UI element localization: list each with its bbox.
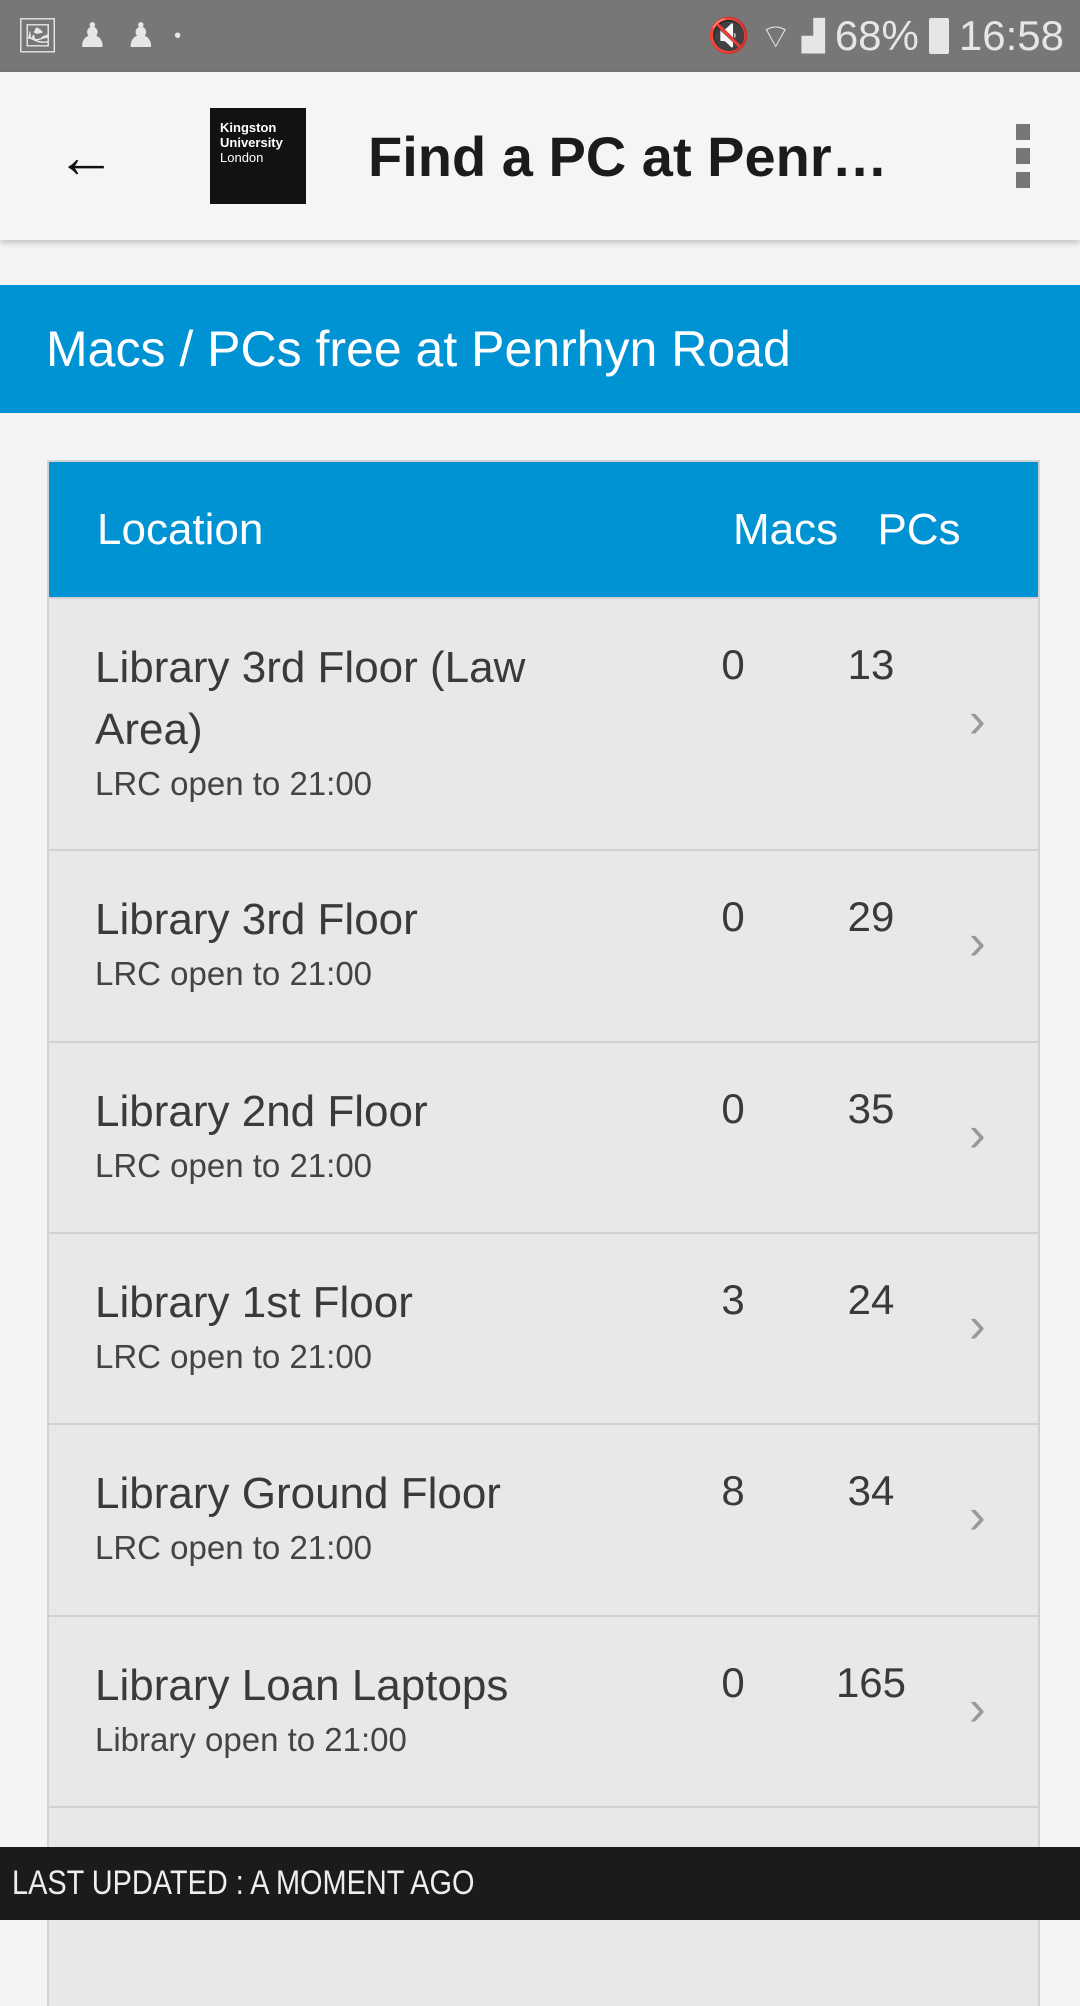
image-icon: 🖼	[16, 17, 60, 55]
location-name: Library Ground Floor LRC open to 21:00	[95, 1463, 615, 1571]
header-pcs: PCs	[877, 504, 961, 554]
chevron-right-icon[interactable]: ›	[969, 1679, 986, 1737]
table-row[interactable]: Library 3rd Floor LRC open to 21:00 0 29 …	[49, 849, 1038, 1041]
back-arrow-icon[interactable]: ←	[56, 122, 116, 191]
macs-count: 0	[721, 893, 745, 940]
dot-icon: •	[174, 24, 182, 47]
pcs-count: 29	[847, 893, 895, 940]
signal-icon: ▟	[801, 19, 825, 53]
table-row[interactable]: Library Ground Floor LRC open to 21:00 8 …	[49, 1423, 1038, 1615]
pcs-count: 165	[835, 1659, 907, 1706]
wifi-icon: ⌔	[759, 17, 792, 56]
battery-percent: 68%	[834, 12, 919, 59]
chevron-right-icon[interactable]: ›	[969, 1487, 986, 1545]
macs-count: 0	[721, 1085, 745, 1132]
chevron-right-icon[interactable]: ›	[969, 1105, 986, 1163]
chevron-right-icon[interactable]: ›	[969, 913, 986, 971]
battery-icon	[928, 18, 949, 54]
opening-hours: LRC open to 21:00	[95, 955, 373, 992]
section-banner: Macs / PCs free at Penrhyn Road	[0, 285, 1080, 413]
macs-count: 8	[721, 1467, 745, 1514]
macs-count: 0	[721, 641, 745, 688]
opening-hours: LRC open to 21:00	[95, 765, 373, 802]
page-title: Find a PC at Penrhyn Road	[368, 124, 888, 188]
chevron-right-icon[interactable]: ›	[969, 1296, 986, 1354]
macs-count: 0	[721, 1659, 745, 1706]
last-updated-bar: LAST UPDATED : A MOMENT AGO	[0, 1847, 1080, 1920]
header-location: Location	[97, 504, 264, 554]
header-macs: Macs	[733, 504, 839, 554]
macs-count: 3	[721, 1276, 745, 1323]
location-name: Library 3rd Floor LRC open to 21:00	[95, 889, 615, 997]
table-row[interactable]: Library Loan Laptops Library open to 21:0…	[49, 1615, 1038, 1806]
opening-hours: Library open to 21:00	[95, 1721, 407, 1758]
kingston-logo: Kingston University London	[210, 108, 306, 204]
chevron-right-icon[interactable]: ›	[969, 691, 986, 749]
pcs-count: 35	[847, 1085, 895, 1132]
app-bar: ← Kingston University London Find a PC a…	[0, 72, 1080, 240]
opening-hours: LRC open to 21:00	[95, 1147, 373, 1184]
mute-icon: 🔇	[707, 17, 750, 55]
availability-table: Location Macs PCs Library 3rd Floor (Law…	[47, 460, 1040, 2006]
pcs-count: 13	[847, 641, 895, 688]
pcs-count: 24	[847, 1276, 895, 1323]
opening-hours: LRC open to 21:00	[95, 1338, 373, 1375]
table-row[interactable]: Library 2nd Floor LRC open to 21:00 0 35 …	[49, 1041, 1038, 1232]
table-header: Location Macs PCs	[49, 462, 1038, 597]
location-name: Library 2nd Floor LRC open to 21:00	[95, 1081, 615, 1189]
status-bar: 🖼 ♟ ♟ • 🔇 ⌔ ▟ 68% 16:58	[0, 0, 1080, 72]
opening-hours: LRC open to 21:00	[95, 1529, 373, 1566]
location-name: Library 1st Floor LRC open to 21:00	[95, 1272, 615, 1380]
location-name: Library 3rd Floor (Law Area) LRC open to …	[95, 637, 615, 807]
clock: 16:58	[958, 12, 1064, 59]
table-row[interactable]: Library 3rd Floor (Law Area) LRC open to …	[49, 597, 1038, 849]
keyhole-icon: ♟	[77, 17, 108, 55]
pcs-count: 34	[847, 1467, 895, 1514]
more-options-icon[interactable]	[1016, 124, 1030, 188]
location-name: Library Loan Laptops Library open to 21:0…	[95, 1655, 615, 1763]
table-row[interactable]: Library 1st Floor LRC open to 21:00 3 24 …	[49, 1232, 1038, 1423]
keyhole-icon: ♟	[125, 17, 157, 55]
